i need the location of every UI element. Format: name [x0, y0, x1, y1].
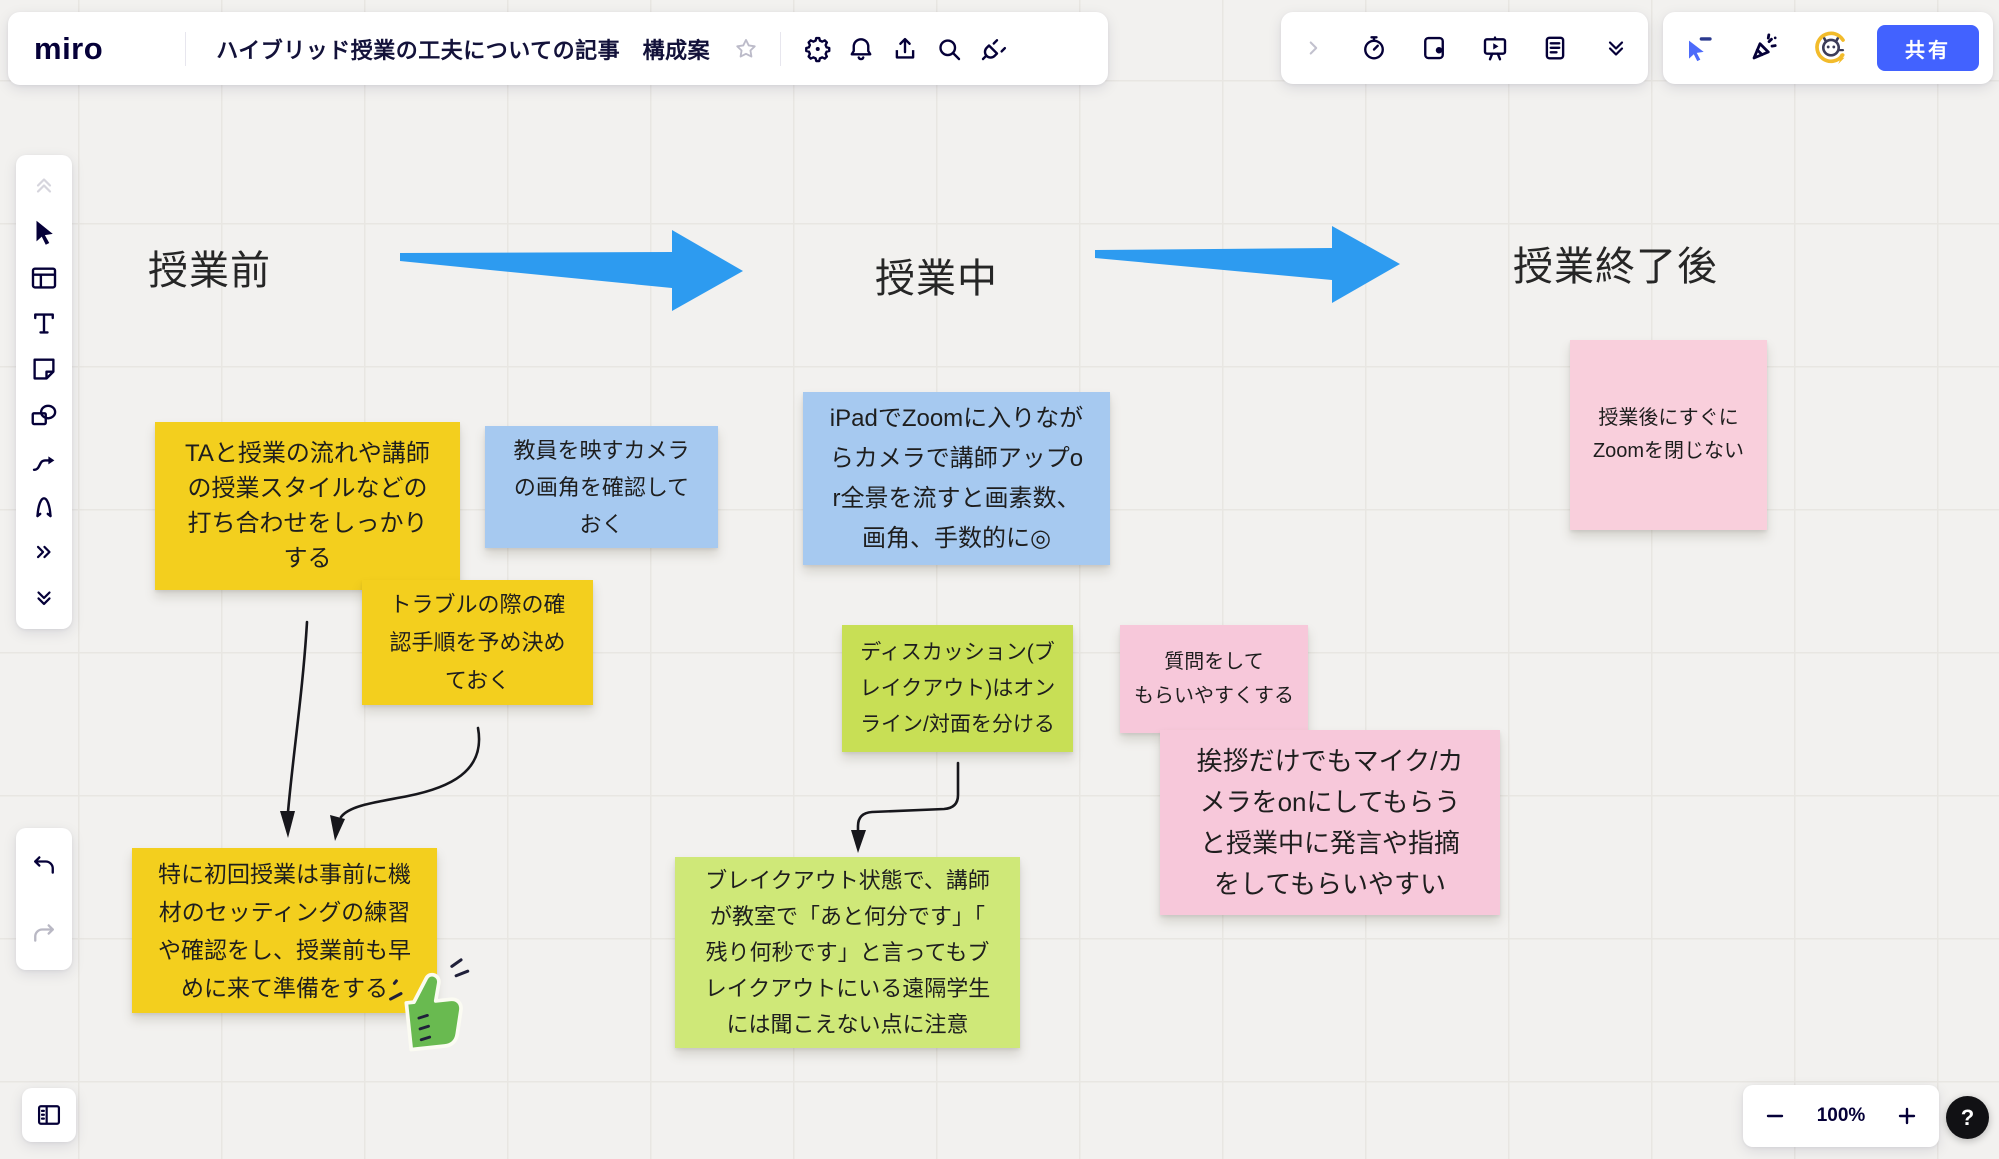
collapse-tools-button[interactable] — [22, 165, 66, 207]
party-popper-icon — [1748, 32, 1780, 64]
sticky-mic-camera-on[interactable]: 挨拶だけでもマイク/カ メラをonにしてもらう と授業中に発言や指摘 をしてもら… — [1160, 730, 1500, 915]
tools-sidebar-panel — [16, 155, 72, 629]
history-panel — [16, 828, 72, 970]
frames-panel-icon — [35, 1101, 63, 1129]
chevrons-down-icon — [1604, 36, 1628, 60]
zoom-level[interactable]: 100% — [1817, 1105, 1866, 1127]
sticky-trouble-steps[interactable]: トラブルの際の確 認手順を予め決め ておく — [362, 580, 593, 705]
connector-yellow-b-to-c[interactable] — [341, 728, 479, 817]
favorite-button[interactable] — [724, 27, 768, 71]
timer-icon — [1359, 33, 1389, 63]
undo-button[interactable] — [22, 843, 66, 887]
tool-select[interactable] — [22, 211, 66, 253]
board-title[interactable]: ハイブリッド授業の工夫についての記事 構成案 — [216, 33, 710, 65]
header-divider-2 — [780, 32, 781, 66]
reactions-button[interactable] — [1742, 26, 1786, 70]
sticky-keep-zoom-open[interactable]: 授業後にすぐに Zoomを閉じない — [1570, 340, 1767, 530]
miro-logo[interactable]: miro — [34, 31, 103, 67]
redo-button[interactable] — [22, 911, 66, 955]
tool-shapes[interactable] — [22, 394, 66, 436]
plug-icon — [978, 34, 1008, 64]
connector-green-arrowhead — [851, 830, 866, 853]
chevrons-up-icon — [32, 174, 56, 198]
search-icon — [934, 34, 964, 64]
zoom-in-button[interactable] — [1889, 1094, 1925, 1138]
board-header-panel: miro ハイブリッド授業の工夫についての記事 構成案 — [8, 12, 1108, 85]
chevrons-right-icon — [33, 541, 55, 563]
help-button[interactable]: ? — [1946, 1096, 1989, 1139]
select-cursor-icon — [29, 217, 59, 247]
chevron-right-icon — [1302, 37, 1324, 59]
follow-cursor-icon — [1683, 32, 1715, 64]
thumbs-up-stamp[interactable] — [383, 956, 479, 1060]
tool-text[interactable] — [22, 302, 66, 344]
share-button[interactable]: 共有 — [1877, 25, 1979, 71]
presentation-easel-icon — [1480, 33, 1510, 63]
star-icon — [733, 36, 759, 62]
tool-connector[interactable] — [22, 440, 66, 482]
notifications-bell-icon — [846, 34, 876, 64]
connector-yellow-b-arrowhead — [330, 815, 345, 841]
collapse-toolbar-button[interactable] — [22, 577, 66, 619]
ai-assistant-button[interactable] — [1806, 23, 1856, 73]
header-divider — [185, 32, 186, 66]
chevrons-down-icon — [33, 587, 55, 609]
follow-cursor-button[interactable] — [1677, 26, 1721, 70]
connector-yellow-a-to-c[interactable] — [288, 622, 307, 812]
export-upload-icon — [890, 34, 920, 64]
notifications-button[interactable] — [839, 27, 883, 71]
actions-panel: 共有 — [1663, 12, 1993, 84]
sticky-note-icon — [29, 354, 59, 384]
search-button[interactable] — [927, 27, 971, 71]
sticky-ta-meeting[interactable]: TAと授業の流れや講師 の授業スタイルなどの 打ち合わせをしっかり する — [155, 422, 460, 590]
tool-frames[interactable] — [22, 257, 66, 299]
zoom-out-button[interactable] — [1757, 1094, 1793, 1138]
more-collab-tools-button[interactable] — [1594, 26, 1638, 70]
settings-button[interactable] — [795, 27, 839, 71]
collab-toolbar-panel — [1281, 12, 1648, 84]
undo-icon — [30, 851, 58, 879]
tool-pen[interactable] — [22, 485, 66, 527]
export-button[interactable] — [883, 27, 927, 71]
redo-icon — [30, 919, 58, 947]
sticky-discussion-split[interactable]: ディスカッション(ブ レイクアウト)はオン ライン/対面を分ける — [842, 625, 1073, 752]
minus-icon — [1763, 1104, 1787, 1128]
plus-icon — [1895, 1104, 1919, 1128]
collapse-collab-button[interactable] — [1291, 26, 1335, 70]
frames-icon — [29, 263, 59, 293]
sticky-camera-angle[interactable]: 教員を映すカメラ の画角を確認して おく — [485, 426, 718, 548]
tool-sticky-note[interactable] — [22, 348, 66, 390]
shapes-icon — [29, 400, 59, 430]
notes-doc-icon — [1540, 33, 1570, 63]
flow-arrow-2[interactable] — [1095, 226, 1400, 303]
ai-assistant-icon — [1810, 27, 1852, 69]
notes-button[interactable] — [1533, 26, 1577, 70]
frames-panel-button[interactable] — [22, 1088, 76, 1142]
connector-icon — [29, 446, 59, 476]
presentation-button[interactable] — [1473, 26, 1517, 70]
board-canvas[interactable]: 授業前 授業中 授業終了後 TAと授業の流れや講師 の授業スタイルなどの 打ち合… — [0, 0, 1999, 1159]
pen-icon — [29, 491, 59, 521]
sticky-breakout-warning[interactable]: ブレイクアウト状態で、講師 が教室で「あと何分です」「 残り何秒です」と言っても… — [675, 857, 1020, 1048]
private-mode-button[interactable] — [1412, 26, 1456, 70]
card-with-dot-icon — [1419, 33, 1449, 63]
timer-button[interactable] — [1352, 26, 1396, 70]
sticky-ipad-zoom[interactable]: iPadでZoomに入りなが らカメラで講師アップo r全景を流すと画素数、 画… — [803, 392, 1110, 565]
text-icon — [29, 308, 59, 338]
connector-green-a-to-b[interactable] — [858, 763, 958, 832]
connector-yellow-a-arrowhead — [280, 811, 295, 838]
flow-arrow-1[interactable] — [400, 230, 743, 311]
sticky-easy-questions[interactable]: 質問をして もらいやすくする — [1120, 625, 1308, 733]
settings-gear-icon — [802, 34, 832, 64]
zoom-bar-panel: 100% — [1743, 1085, 1939, 1147]
more-tools-button[interactable] — [22, 531, 66, 573]
plugins-button[interactable] — [971, 27, 1015, 71]
